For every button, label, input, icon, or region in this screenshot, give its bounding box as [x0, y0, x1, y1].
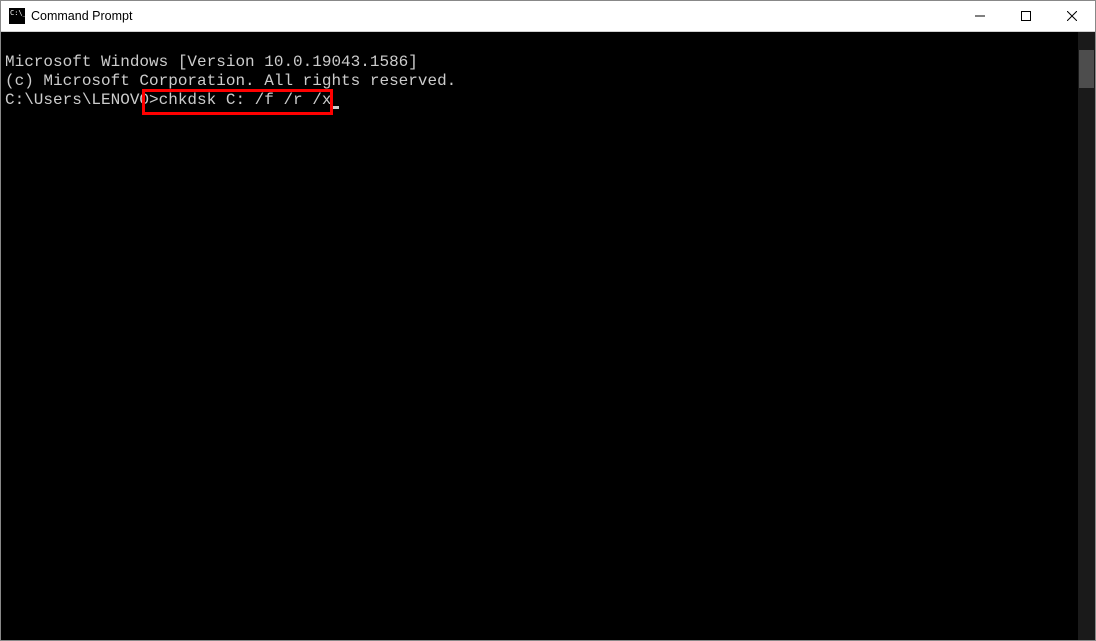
maximize-button[interactable] [1003, 1, 1049, 31]
terminal-prompt-line: C:\Users\LENOVO>chkdsk C: /f /r /x [5, 91, 1074, 110]
terminal-prompt: C:\Users\LENOVO> [5, 91, 159, 109]
terminal-cursor [331, 106, 339, 109]
terminal-area: Microsoft Windows [Version 10.0.19043.15… [1, 32, 1095, 640]
terminal-command-input[interactable]: chkdsk C: /f /r /x [159, 91, 332, 109]
terminal-output-line: (c) Microsoft Corporation. All rights re… [5, 72, 1074, 91]
close-icon [1067, 11, 1077, 21]
window-title: Command Prompt [31, 9, 957, 23]
minimize-icon [975, 11, 985, 21]
maximize-icon [1021, 11, 1031, 21]
titlebar[interactable]: Command Prompt [1, 1, 1095, 32]
vertical-scrollbar[interactable] [1078, 32, 1095, 640]
close-button[interactable] [1049, 1, 1095, 31]
cmd-icon [9, 8, 25, 24]
scrollbar-thumb[interactable] [1079, 50, 1094, 88]
minimize-button[interactable] [957, 1, 1003, 31]
terminal-content[interactable]: Microsoft Windows [Version 10.0.19043.15… [1, 32, 1078, 640]
window-frame: Command Prompt Microsoft Windows [Vers [0, 0, 1096, 641]
terminal-output-line: Microsoft Windows [Version 10.0.19043.15… [5, 53, 1074, 72]
window-controls [957, 1, 1095, 31]
